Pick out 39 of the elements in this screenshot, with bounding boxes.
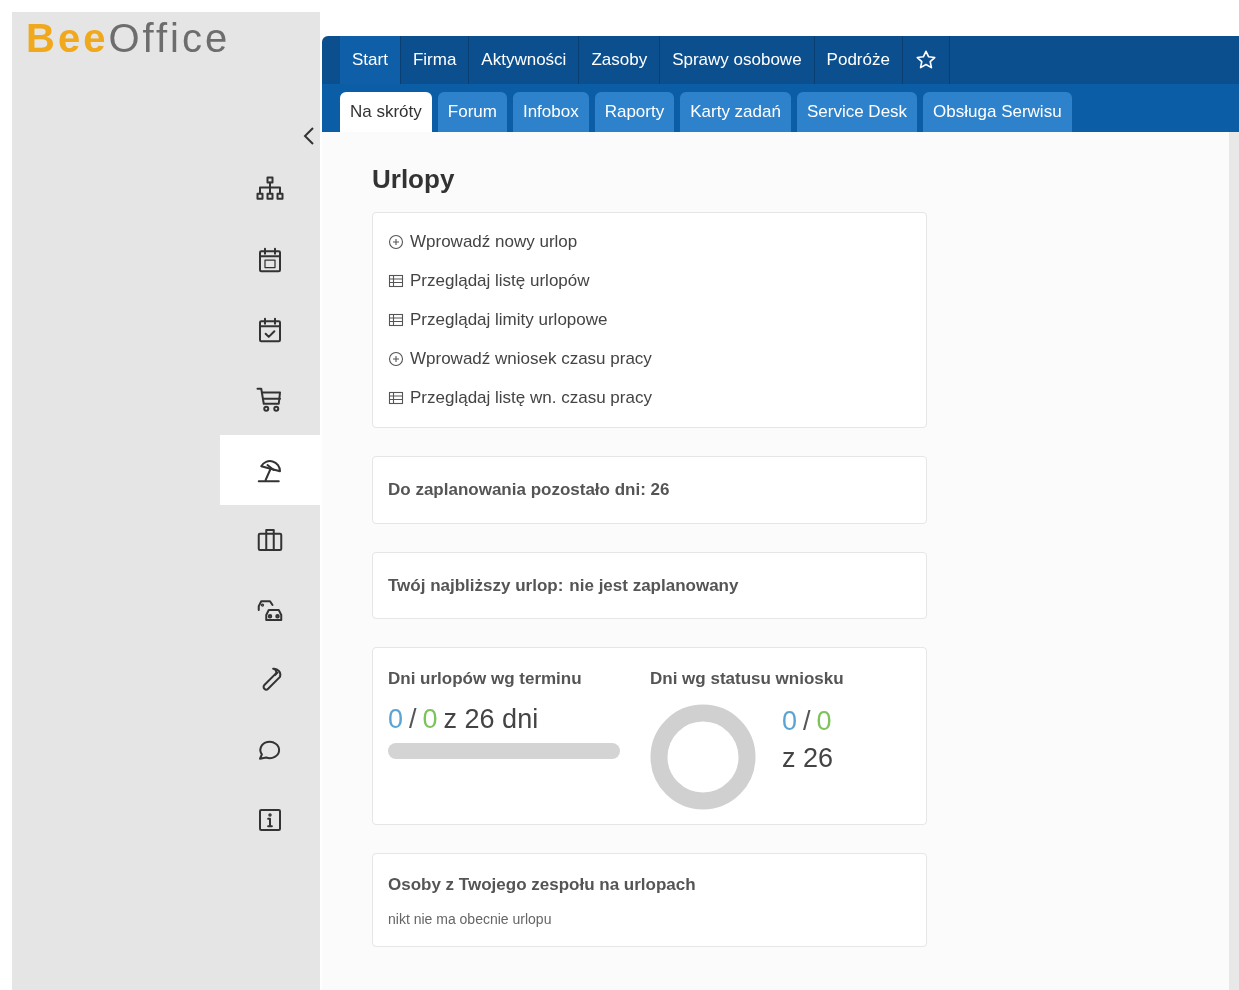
plus-circle-icon (388, 351, 404, 367)
logo-text: Bee (26, 18, 109, 58)
separator: / (803, 707, 811, 735)
action-link[interactable]: Przeglądaj limity urlopowe (388, 309, 608, 331)
action-link[interactable]: Przeglądaj listę wn. czasu pracy (388, 387, 652, 409)
nearest-leave-value: nie jest zaplanowany (569, 574, 739, 597)
action-link[interactable]: Wprowadź nowy urlop (388, 231, 578, 253)
action-link[interactable]: Przeglądaj listę urlopów (388, 270, 590, 292)
chart-title: Dni urlopów wg terminu (388, 668, 583, 690)
tab[interactable]: Service Desk (796, 92, 918, 132)
separator: / (409, 705, 417, 733)
menu-tab[interactable]: Start (340, 36, 401, 84)
tab[interactable]: Obsługa Serwisu (923, 92, 1072, 132)
sidebar-item[interactable] (220, 435, 320, 505)
team-leave-note: nikt nie ma obecnie urlopu (388, 910, 552, 929)
days-total: z 26 dni (443, 705, 539, 733)
planned-count: 0 (388, 705, 404, 733)
approved-count: 0 (422, 705, 438, 733)
chart-title: Dni wg statusu wniosku (650, 668, 844, 690)
approved-count: 0 (816, 707, 832, 735)
tab[interactable]: Na skróty (340, 92, 432, 132)
tab[interactable]: Raporty (594, 92, 675, 132)
tab[interactable]: Forum (437, 92, 507, 132)
collapse-icon[interactable] (302, 125, 316, 147)
star-icon (914, 49, 937, 71)
page-title: Urlopy (372, 166, 455, 192)
team-leave-title: Osoby z Twojego zespołu na urlopach (388, 873, 696, 896)
plus-circle-icon (388, 234, 404, 250)
tab[interactable]: Karty zadań (680, 92, 791, 132)
remaining-days-text: Do zaplanowania pozostało dni: 26 (388, 480, 670, 499)
planned-count: 0 (782, 707, 798, 735)
action-link[interactable]: Wprowadź wniosek czasu pracy (388, 348, 652, 370)
nearest-leave-label: Twój najbliższy urlop: (388, 574, 564, 597)
logo-text: Office (108, 18, 231, 58)
days-total: z 26 (782, 744, 834, 772)
table-icon (388, 312, 404, 328)
table-icon (388, 390, 404, 406)
table-icon (388, 273, 404, 289)
tab[interactable]: Infobox (512, 92, 589, 132)
